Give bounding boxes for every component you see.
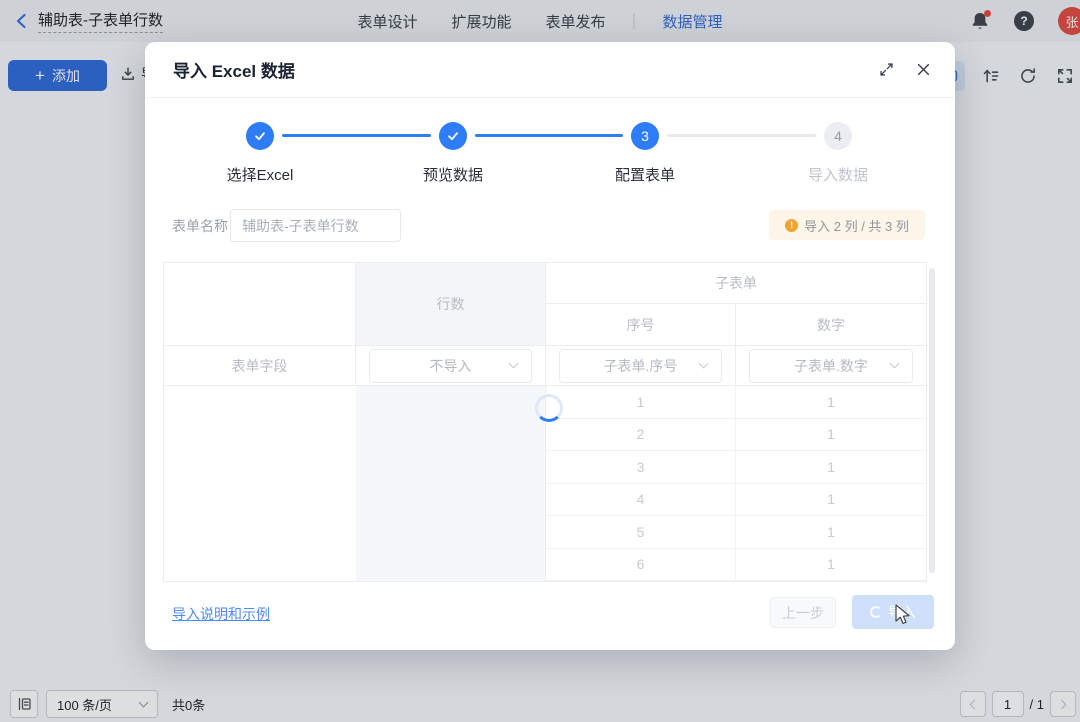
- table-cell: 1: [546, 386, 736, 419]
- field-select-seq[interactable]: 子表单.序号: [559, 349, 722, 383]
- table-cell: 4: [546, 484, 736, 517]
- table-corner-cell: [164, 263, 356, 346]
- table-scrollbar[interactable]: [929, 268, 935, 573]
- step-2-label: 预览数据: [383, 164, 523, 185]
- field-map-cell: 不导入: [356, 346, 546, 386]
- column-header-number: 数字: [736, 304, 926, 346]
- table-cell: 1: [736, 549, 926, 582]
- field-select-value: 不导入: [430, 356, 472, 376]
- loading-spinner: [535, 394, 563, 422]
- button-loading-spinner-icon: [870, 606, 882, 618]
- column-group-header: 子表单: [546, 263, 926, 304]
- table-cell: 1: [736, 451, 926, 484]
- prev-step-button[interactable]: 上一步: [770, 597, 836, 628]
- chevron-down-icon: [699, 358, 709, 368]
- mapping-table: 行数 子表单 序号 数字 表单字段 不导入 子表单.序号 子表单.数字 1 1: [163, 262, 927, 582]
- field-select-value: 子表单.序号: [604, 356, 678, 376]
- step-connector-2: [475, 134, 623, 137]
- close-button[interactable]: [916, 62, 931, 77]
- table-cell: 2: [546, 419, 736, 452]
- field-row-label: 表单字段: [164, 346, 356, 386]
- field-select-number[interactable]: 子表单.数字: [749, 349, 913, 383]
- table-cell: 5: [546, 516, 736, 549]
- field-select-value: 子表单.数字: [794, 356, 868, 376]
- table-cell: 1: [736, 484, 926, 517]
- table-body-blank-column: [164, 386, 356, 581]
- field-map-cell: 子表单.序号: [546, 346, 736, 386]
- modal-header: 导入 Excel 数据: [145, 42, 955, 98]
- import-button[interactable]: 导入: [852, 595, 934, 629]
- field-map-cell: 子表单.数字: [736, 346, 926, 386]
- chevron-down-icon: [509, 358, 519, 368]
- expand-icon: [879, 62, 894, 77]
- step-1-circle: [246, 122, 274, 150]
- import-columns-badge: ! 导入 2 列 / 共 3 列: [769, 210, 925, 240]
- table-cell: 1: [736, 386, 926, 419]
- form-name-label: 表单名称: [172, 209, 228, 242]
- step-3-circle: 3: [631, 122, 659, 150]
- field-select-rowcount[interactable]: 不导入: [369, 349, 532, 383]
- table-cell: 1: [736, 516, 926, 549]
- table-cell: 1: [736, 419, 926, 452]
- expand-button[interactable]: [879, 62, 894, 77]
- import-excel-modal: 导入 Excel 数据 3 4 选择Excel 预览数据 配置表单 导入数据 表…: [145, 42, 955, 650]
- import-columns-text: 导入 2 列 / 共 3 列: [804, 216, 909, 235]
- warning-dot-icon: !: [785, 219, 798, 232]
- table-cell: 3: [546, 451, 736, 484]
- step-3-label: 配置表单: [575, 164, 715, 185]
- help-link[interactable]: 导入说明和示例: [172, 604, 270, 624]
- step-connector-3: [667, 134, 816, 137]
- check-icon: [446, 129, 460, 143]
- step-2-circle: [439, 122, 467, 150]
- form-name-input[interactable]: 辅助表-子表单行数: [230, 209, 401, 242]
- column-header-rowcount: 行数: [356, 263, 546, 346]
- step-1-label: 选择Excel: [190, 164, 330, 185]
- close-icon: [916, 62, 931, 77]
- chevron-down-icon: [890, 358, 900, 368]
- modal-title: 导入 Excel 数据: [173, 57, 295, 82]
- column-header-seq: 序号: [546, 304, 736, 346]
- import-button-label: 导入: [888, 602, 916, 622]
- table-body-skipped-column: [356, 386, 546, 581]
- table-cell: 6: [546, 549, 736, 582]
- step-connector-1: [282, 134, 431, 137]
- step-4-circle: 4: [824, 122, 852, 150]
- step-4-label: 导入数据: [768, 164, 908, 185]
- check-icon: [253, 129, 267, 143]
